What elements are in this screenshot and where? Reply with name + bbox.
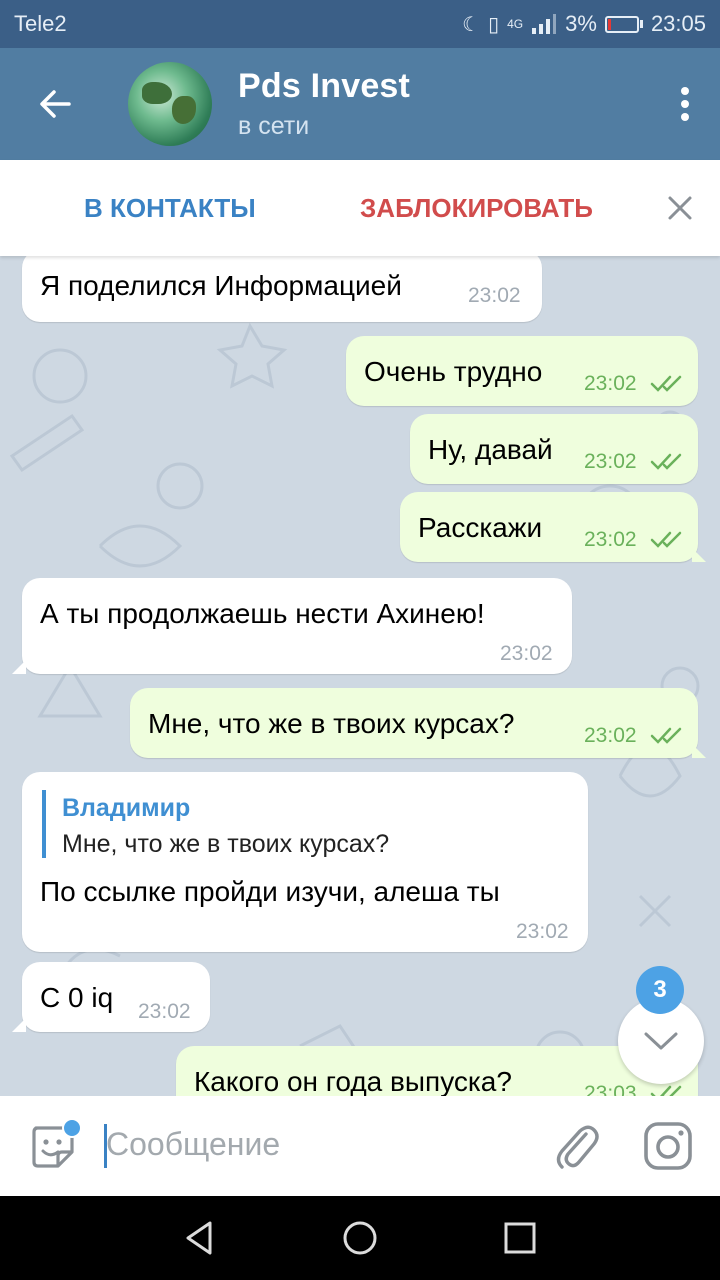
message-input[interactable]: Сообщение — [106, 1126, 280, 1163]
message-bubble-outgoing[interactable]: Очень трудно 23:02 — [346, 336, 698, 406]
reply-quote-bar — [42, 790, 46, 858]
vibrate-icon: ▯ — [488, 13, 500, 36]
nav-back-icon[interactable] — [180, 1218, 220, 1258]
message-time: 23:02 — [516, 920, 569, 943]
avatar[interactable] — [128, 62, 212, 146]
back-button[interactable] — [0, 48, 110, 160]
contact-action-bar: В КОНТАКТЫ ЗАБЛОКИРОВАТЬ — [0, 160, 720, 256]
message-time: 23:02 — [500, 642, 553, 665]
more-menu-button[interactable] — [650, 48, 720, 160]
message-time: 23:03 — [584, 1082, 637, 1096]
message-composer: Сообщение — [0, 1096, 720, 1196]
signal-icon — [532, 14, 557, 34]
message-bubble-incoming[interactable]: А ты продолжаешь нести Ахинею! 23:02 — [12, 578, 572, 674]
system-navigation-bar — [0, 1196, 720, 1280]
moon-icon: ☾ — [462, 13, 481, 36]
message-bubble-incoming[interactable]: Я поделился Информацией 23:02 — [22, 256, 542, 322]
battery-percent: 3% — [565, 11, 597, 36]
message-bubble-incoming[interactable]: С 0 iq 23:02 — [12, 962, 210, 1032]
message-bubble-incoming-reply[interactable]: Владимир Мне, что же в твоих курсах? По … — [22, 772, 588, 952]
reply-author: Владимир — [62, 794, 191, 822]
carrier-name: Tele2 — [14, 11, 67, 36]
message-list[interactable]: Я поделился Информацией 23:02 Очень труд… — [0, 256, 720, 1096]
status-bar: Tele2 ☾ ▯ 4G 3% 23:05 — [0, 0, 720, 48]
double-check-icon — [650, 727, 682, 744]
battery-icon — [604, 15, 643, 33]
close-icon[interactable] — [662, 190, 698, 226]
message-time: 23:02 — [584, 372, 637, 395]
message-bubble-outgoing[interactable]: Мне, что же в твоих курсах? 23:02 — [130, 688, 706, 758]
message-time: 23:02 — [584, 724, 637, 747]
bubble-tail — [12, 660, 26, 674]
message-time: 23:02 — [138, 1000, 191, 1023]
message-text: Мне, что же в твоих курсах? — [148, 708, 515, 739]
message-text: Ну, давай — [428, 434, 553, 465]
online-status: в сети — [238, 112, 310, 140]
block-user-button[interactable]: ЗАБЛОКИРОВАТЬ — [360, 193, 593, 224]
chat-title: Pds Invest — [238, 67, 411, 105]
chat-title-block[interactable]: Pds Invest в сети — [238, 67, 650, 141]
message-time: 23:02 — [468, 284, 521, 307]
message-text: С 0 iq — [40, 982, 114, 1013]
message-bubble-outgoing[interactable]: Расскажи 23:02 — [400, 492, 706, 562]
message-text: Я поделился Информацией — [40, 270, 402, 301]
clock: 23:05 — [650, 11, 706, 36]
bubble-tail — [12, 1018, 26, 1032]
message-text: Очень трудно — [364, 356, 543, 387]
paperclip-icon[interactable] — [552, 1120, 600, 1172]
message-time: 23:02 — [584, 528, 637, 551]
bubble-tail — [692, 548, 706, 562]
double-check-icon — [650, 375, 682, 392]
message-text: По ссылке пройди изучи, алеша ты — [40, 876, 500, 907]
more-vert-icon — [681, 87, 689, 121]
double-check-icon — [650, 531, 682, 548]
message-time: 23:02 — [584, 450, 637, 473]
chat-header: Pds Invest в сети — [0, 48, 720, 160]
message-bubble-outgoing[interactable]: Ну, давай 23:02 — [410, 414, 698, 484]
unread-count-badge: 3 — [636, 966, 684, 1014]
chevron-down-icon — [644, 1032, 678, 1050]
nav-recents-icon[interactable] — [500, 1218, 540, 1258]
camera-icon[interactable] — [642, 1120, 694, 1172]
back-arrow-icon — [40, 90, 71, 118]
double-check-icon — [650, 453, 682, 470]
message-text: Какого он года выпуска? — [194, 1066, 512, 1096]
double-check-icon — [650, 1085, 682, 1096]
network-type: 4G — [507, 17, 524, 31]
add-to-contacts-button[interactable]: В КОНТАКТЫ — [84, 193, 256, 224]
reply-text: Мне, что же в твоих курсах? — [62, 830, 390, 858]
new-stickers-indicator — [62, 1118, 82, 1138]
nav-home-icon[interactable] — [340, 1218, 380, 1258]
message-text: А ты продолжаешь нести Ахинею! — [40, 598, 485, 629]
bubble-tail — [692, 744, 706, 758]
message-text: Расскажи — [418, 512, 543, 543]
